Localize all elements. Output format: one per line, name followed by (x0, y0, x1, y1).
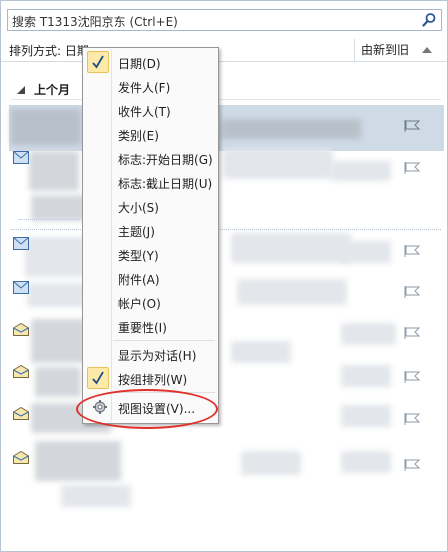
group-divider (11, 99, 441, 100)
envelope-icon (13, 281, 29, 294)
menu-item-importance[interactable]: 重要性(I) (85, 315, 216, 337)
flag-icon[interactable] (403, 327, 421, 339)
menu-item-label: 标志:开始日期(G) (118, 153, 213, 167)
search-icon[interactable] (421, 12, 437, 28)
menu-item-size[interactable]: 大小(S) (85, 195, 216, 217)
envelope-open-icon (13, 323, 29, 336)
collapse-triangle-icon[interactable] (17, 86, 25, 94)
menu-item-label: 大小(S) (118, 201, 159, 215)
redacted-content (231, 233, 351, 263)
arrange-by-context-menu: 日期(D) 发件人(F) 收件人(T) 类别(E) 标志:开始日期(G) 标志:… (82, 47, 219, 424)
menu-item-label: 收件人(T) (118, 105, 171, 119)
flag-icon[interactable] (403, 371, 421, 383)
menu-item-label: 附件(A) (118, 273, 160, 287)
redacted-content (25, 237, 85, 277)
redacted-content (31, 319, 86, 363)
redacted-content (35, 367, 81, 397)
menu-item-label: 按组排列(W) (118, 373, 188, 387)
checked-indicator (87, 51, 109, 73)
sort-order-button[interactable]: 由新到旧 (354, 39, 409, 61)
menu-item-from[interactable]: 发件人(F) (85, 75, 216, 97)
flag-icon[interactable] (403, 286, 421, 298)
menu-item-show-as-conversations[interactable]: 显示为对话(H) (85, 343, 216, 365)
checked-indicator (87, 367, 109, 389)
redacted-content (241, 451, 301, 475)
menu-item-flag-start-date[interactable]: 标志:开始日期(G) (85, 147, 216, 169)
menu-item-to[interactable]: 收件人(T) (85, 99, 216, 121)
mail-list-pane: 搜索 T1313沈阳京东 (Ctrl+E) 排列方式: 日期 由新到旧 上个月 (0, 0, 448, 552)
sort-by-label[interactable]: 排列方式: 日期 (9, 42, 89, 59)
highlight-ellipse-annotation (76, 389, 218, 429)
redacted-content (231, 341, 291, 363)
envelope-open-icon (13, 365, 29, 378)
redacted-content (237, 279, 347, 305)
redacted-content (341, 365, 391, 387)
row-separator (19, 219, 79, 220)
menu-item-subject[interactable]: 主题(J) (85, 219, 216, 241)
flag-icon[interactable] (403, 120, 421, 132)
search-box[interactable]: 搜索 T1313沈阳京东 (Ctrl+E) (7, 9, 442, 31)
menu-item-label: 日期(D) (118, 57, 161, 71)
menu-item-label: 类别(E) (118, 129, 159, 143)
group-header-label[interactable]: 上个月 (34, 81, 70, 98)
envelope-open-icon (13, 451, 29, 464)
menu-separator (113, 340, 215, 341)
envelope-icon (13, 237, 29, 250)
redacted-content (223, 149, 333, 179)
menu-item-type[interactable]: 类型(Y) (85, 243, 216, 265)
row-separator (11, 229, 441, 230)
menu-item-label: 发件人(F) (118, 81, 171, 95)
redacted-content (35, 441, 121, 481)
search-input[interactable]: 搜索 T1313沈阳京东 (Ctrl+E) (12, 13, 178, 30)
flag-icon[interactable] (403, 245, 421, 257)
sort-header: 排列方式: 日期 由新到旧 (1, 39, 447, 62)
envelope-open-icon (13, 407, 29, 420)
menu-item-label: 类型(Y) (118, 249, 159, 263)
redacted-content (11, 109, 81, 145)
flag-icon[interactable] (403, 413, 421, 425)
redacted-content (31, 195, 86, 221)
redacted-content (341, 323, 396, 345)
redacted-content (341, 451, 391, 473)
menu-item-label: 标志:截止日期(U) (118, 177, 213, 191)
redacted-content (221, 119, 361, 139)
menu-item-show-in-groups[interactable]: 按组排列(W) (85, 367, 216, 389)
menu-item-label: 帐户(O) (118, 297, 161, 311)
menu-item-label: 重要性(I) (118, 321, 167, 335)
flag-icon[interactable] (403, 162, 421, 174)
menu-item-account[interactable]: 帐户(O) (85, 291, 216, 313)
redacted-content (331, 161, 391, 181)
menu-item-flag-due-date[interactable]: 标志:截止日期(U) (85, 171, 216, 193)
envelope-icon (13, 151, 29, 164)
check-icon (92, 55, 104, 69)
check-icon (92, 371, 104, 385)
flag-icon[interactable] (403, 459, 421, 471)
menu-item-attachments[interactable]: 附件(A) (85, 267, 216, 289)
redacted-content (341, 405, 391, 427)
redacted-content (27, 283, 87, 307)
menu-item-date[interactable]: 日期(D) (85, 51, 216, 73)
menu-item-label: 显示为对话(H) (118, 349, 197, 363)
redacted-content (29, 151, 79, 191)
redacted-content (61, 485, 131, 507)
sort-arrow-up-icon[interactable] (422, 47, 432, 53)
redacted-content (341, 241, 391, 263)
menu-item-categories[interactable]: 类别(E) (85, 123, 216, 145)
menu-item-label: 主题(J) (118, 225, 155, 239)
